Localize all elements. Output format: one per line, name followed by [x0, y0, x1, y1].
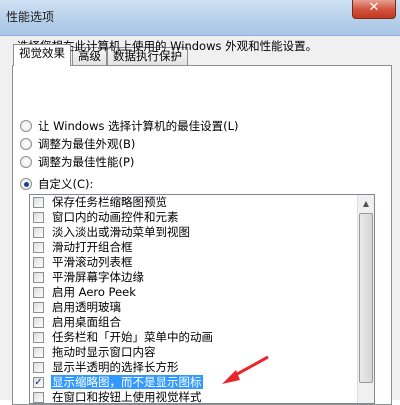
list-item[interactable]: 在窗口和按钮上使用视觉样式 [30, 390, 374, 404]
close-icon: ✕ [368, 0, 380, 15]
checkbox[interactable] [33, 272, 44, 283]
list-item[interactable]: 任务栏和「开始」菜单中的动画 [30, 330, 374, 345]
checkbox[interactable] [33, 287, 44, 298]
list-item-label: 启用桌面组合 [52, 315, 121, 329]
checkbox[interactable] [33, 317, 44, 328]
list-item-label: 滑动打开组合框 [52, 240, 133, 254]
checkbox[interactable] [33, 242, 44, 253]
checkbox[interactable] [33, 302, 44, 313]
radio-best-performance[interactable]: 调整为最佳性能(P) [20, 154, 134, 172]
list-item-label: 启用 Aero Peek [52, 285, 136, 299]
tab-visual-effects[interactable]: 视觉效果 [13, 44, 71, 66]
list-item-label: 启用透明玻璃 [52, 300, 121, 314]
list-item[interactable]: 平滑滚动列表框 [30, 255, 374, 270]
vertical-scrollbar[interactable]: ▲ [357, 195, 374, 403]
checkbox-checked[interactable]: ✓ [33, 377, 44, 388]
list-item-label: 窗口内的动画控件和元素 [52, 210, 179, 224]
radio-custom[interactable]: 自定义(C): [20, 176, 93, 194]
radio-label: 调整为最佳外观(B) [38, 137, 136, 151]
checkbox[interactable] [33, 347, 44, 358]
checkbox[interactable] [33, 212, 44, 223]
radio-label: 调整为最佳性能(P) [38, 155, 135, 169]
scroll-up-arrow-icon[interactable]: ▲ [358, 195, 374, 212]
radio-button[interactable] [20, 138, 32, 150]
radio-button[interactable] [20, 120, 32, 132]
checkbox[interactable] [33, 332, 44, 343]
scroll-thumb[interactable] [359, 213, 373, 383]
list-item[interactable]: 淡入淡出或滑动菜单到视图 [30, 225, 374, 240]
radio-button[interactable] [20, 156, 32, 168]
list-item[interactable]: 平滑屏幕字体边缘 [30, 270, 374, 285]
list-item[interactable]: 窗口内的动画控件和元素 [30, 210, 374, 225]
list-item[interactable]: 显示半透明的选择长方形 [30, 360, 374, 375]
list-item-label: 平滑滚动列表框 [52, 255, 133, 269]
list-item[interactable]: 保存任务栏缩略图预览 [30, 195, 374, 210]
radio-best-appearance[interactable]: 调整为最佳外观(B) [20, 136, 135, 154]
radio-label: 自定义(C): [38, 177, 94, 191]
list-item-label: 在窗口和按钮上使用视觉样式 [52, 390, 202, 404]
list-item[interactable]: 拖动时显示窗口内容 [30, 345, 374, 360]
tab-label: 视觉效果 [19, 46, 65, 60]
radio-let-windows-choose[interactable]: 让 Windows 选择计算机的最佳设置(L) [20, 118, 239, 136]
list-item-label: 显示缩略图，而不是显示图标 [51, 375, 203, 389]
list-item-label: 任务栏和「开始」菜单中的动画 [52, 330, 213, 344]
list-item[interactable]: 启用 Aero Peek [30, 285, 374, 300]
list-item-label: 淡入淡出或滑动菜单到视图 [52, 225, 190, 239]
effects-items: 保存任务栏缩略图预览 窗口内的动画控件和元素 淡入淡出或滑动菜单到视图 滑动打开组合框… [30, 195, 374, 404]
list-item[interactable]: 滑动打开组合框 [30, 240, 374, 255]
checkbox[interactable] [33, 197, 44, 208]
checkbox[interactable] [33, 257, 44, 268]
close-button[interactable]: ✕ [352, 0, 396, 19]
list-item[interactable]: 启用桌面组合 [30, 315, 374, 330]
list-item-label: 拖动时显示窗口内容 [52, 345, 156, 359]
list-item[interactable]: 启用透明玻璃 [30, 300, 374, 315]
title-bar: 性能选项 ✕ [0, 0, 400, 36]
window-title: 性能选项 [6, 10, 55, 24]
list-item-label: 保存任务栏缩略图预览 [52, 195, 167, 209]
checkbox[interactable] [33, 227, 44, 238]
visual-effects-list[interactable]: 保存任务栏缩略图预览 窗口内的动画控件和元素 淡入淡出或滑动菜单到视图 滑动打开组合框… [29, 194, 375, 404]
checkbox[interactable] [33, 362, 44, 373]
checkbox[interactable] [33, 392, 44, 403]
checkmark-icon: ✓ [34, 377, 43, 388]
radio-button-checked[interactable] [20, 178, 32, 190]
list-item-label: 显示半透明的选择长方形 [52, 360, 179, 374]
list-item[interactable]: ✓ 显示缩略图，而不是显示图标 [30, 375, 374, 390]
radio-label: 让 Windows 选择计算机的最佳设置(L) [38, 119, 239, 133]
list-item-label: 平滑屏幕字体边缘 [52, 270, 144, 284]
